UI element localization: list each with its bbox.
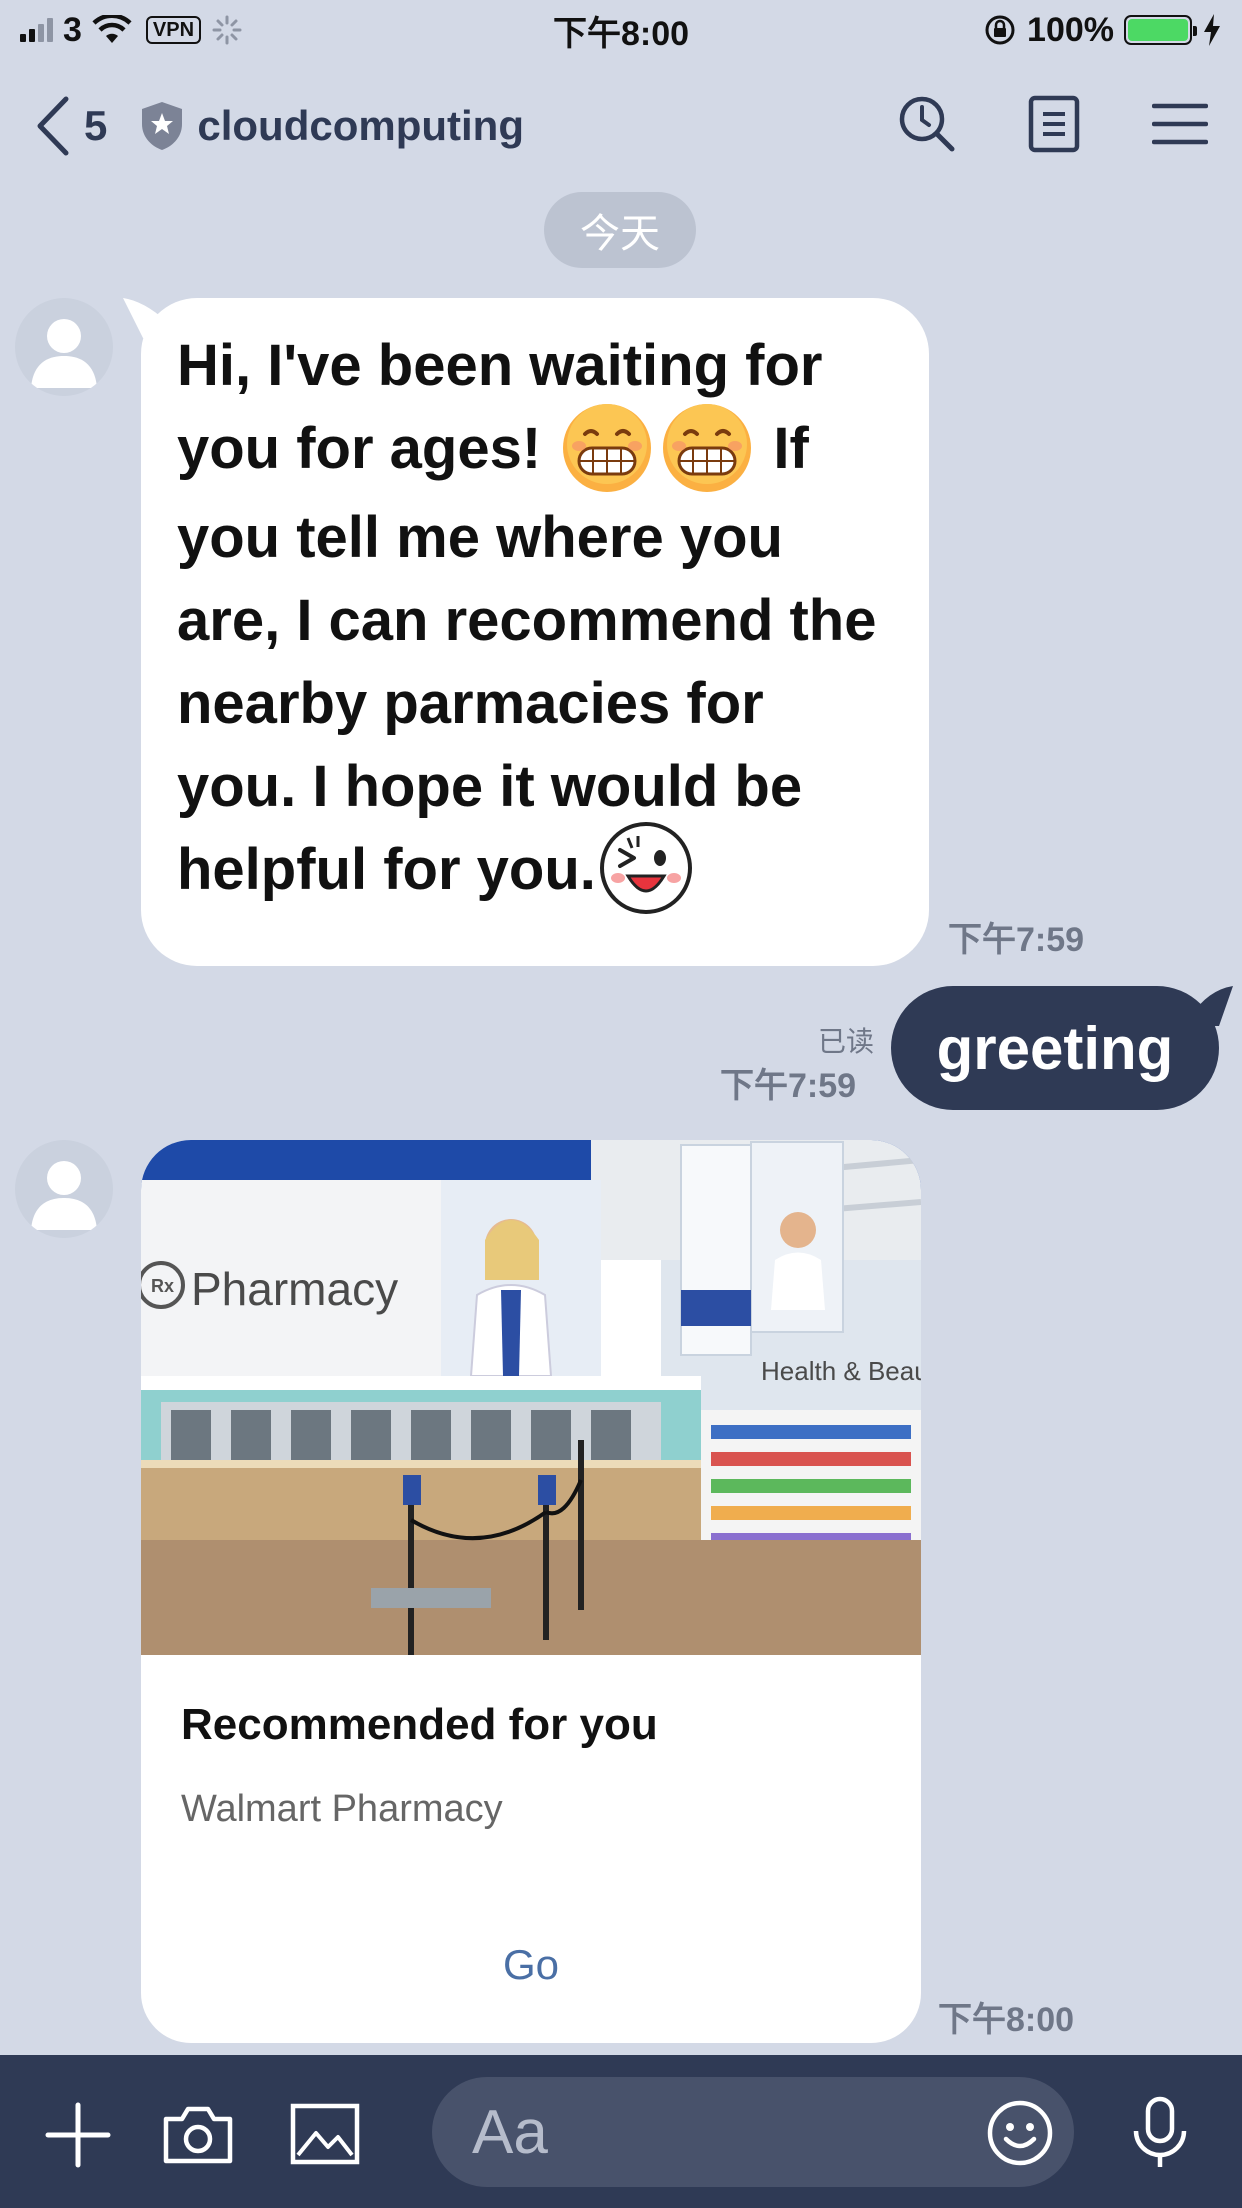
read-receipt: 已读 <box>818 1026 875 1057</box>
status-bar: 3 VPN 下午8:00 100% <box>0 0 1242 60</box>
grinning-face-icon <box>663 403 752 492</box>
voice-button[interactable] <box>1130 2095 1190 2171</box>
grinning-face-icon <box>563 403 652 492</box>
gallery-button[interactable] <box>290 2103 360 2165</box>
microphone-icon <box>1133 2096 1187 2167</box>
shield-star-icon <box>142 102 183 150</box>
battery-fill <box>1128 19 1188 41</box>
message-text: If you tell me where you are, I can reco… <box>177 416 877 902</box>
date-divider: 今天 <box>544 192 696 268</box>
chat-title: cloudcomputing <box>197 102 524 149</box>
message-timestamp: 下午7:59 <box>948 921 1085 959</box>
rotation-lock-icon <box>985 15 1015 45</box>
image-icon <box>290 2103 360 2165</box>
chat-header: 5 cloudcomputing <box>0 80 1242 172</box>
avatar[interactable] <box>15 1140 113 1238</box>
battery-percent: 100% <box>1027 10 1114 49</box>
message-input-bar <box>0 2055 1242 2208</box>
emoji-button[interactable] <box>986 2099 1054 2167</box>
chat-title-group[interactable]: cloudcomputing <box>139 100 524 152</box>
status-right: 100% <box>983 11 1222 50</box>
emoji-icon <box>987 2100 1053 2166</box>
camera-button[interactable] <box>162 2103 234 2165</box>
pharmacy-sign-text: Pharmacy <box>191 1263 398 1315</box>
loading-spinner-icon <box>212 15 242 45</box>
bubble-tail <box>123 298 183 338</box>
charging-bolt-icon <box>1204 14 1220 46</box>
winking-face-icon <box>599 822 692 915</box>
menu-icon <box>1151 103 1209 144</box>
chevron-left-icon <box>37 96 69 156</box>
plus-icon <box>45 2102 111 2168</box>
vpn-badge: VPN <box>145 16 202 44</box>
outgoing-message-bubble[interactable]: greeting <box>891 986 1233 1110</box>
wifi-icon <box>92 15 132 43</box>
battery-icon <box>1124 15 1197 45</box>
card-title: Recommended for you <box>181 1700 658 1749</box>
notes-button[interactable] <box>1028 95 1080 158</box>
signal-icon <box>20 18 53 42</box>
bubble-tail <box>1183 986 1233 1026</box>
card-subtitle: Walmart Pharmacy <box>181 1788 503 1830</box>
default-avatar-icon <box>31 1161 97 1230</box>
default-avatar-icon <box>31 319 97 388</box>
message-timestamp: 下午8:00 <box>938 2001 1075 2039</box>
recommendation-card[interactable]: Rx Pharmacy Health & Beauty Recommended … <box>141 1140 921 2043</box>
pharmacy-photo[interactable]: Rx Pharmacy Health & Beauty <box>141 1140 921 1655</box>
message-input[interactable] <box>432 2077 1074 2187</box>
search-button[interactable] <box>898 95 956 158</box>
svg-text:Rx: Rx <box>151 1276 174 1296</box>
camera-icon <box>163 2106 233 2164</box>
menu-button[interactable] <box>1151 101 1209 152</box>
add-button[interactable] <box>44 2101 112 2169</box>
search-icon <box>899 96 955 151</box>
status-left: 3 VPN <box>20 11 243 50</box>
go-button[interactable]: Go <box>141 1900 921 2030</box>
notes-icon <box>1028 95 1080 152</box>
back-button[interactable]: 5 <box>34 95 107 157</box>
message-timestamp: 下午7:59 <box>720 1067 857 1105</box>
message-text: greeting <box>936 1014 1174 1082</box>
status-time: 下午8:00 <box>552 14 690 53</box>
unread-count: 5 <box>84 102 108 149</box>
health-beauty-sign-text: Health & Beauty <box>761 1356 921 1386</box>
avatar[interactable] <box>15 298 113 396</box>
header-actions <box>898 95 1209 158</box>
carrier-label: 3 <box>63 10 82 49</box>
incoming-message-bubble[interactable]: Hi, I've been waiting for you for ages! … <box>123 298 929 966</box>
